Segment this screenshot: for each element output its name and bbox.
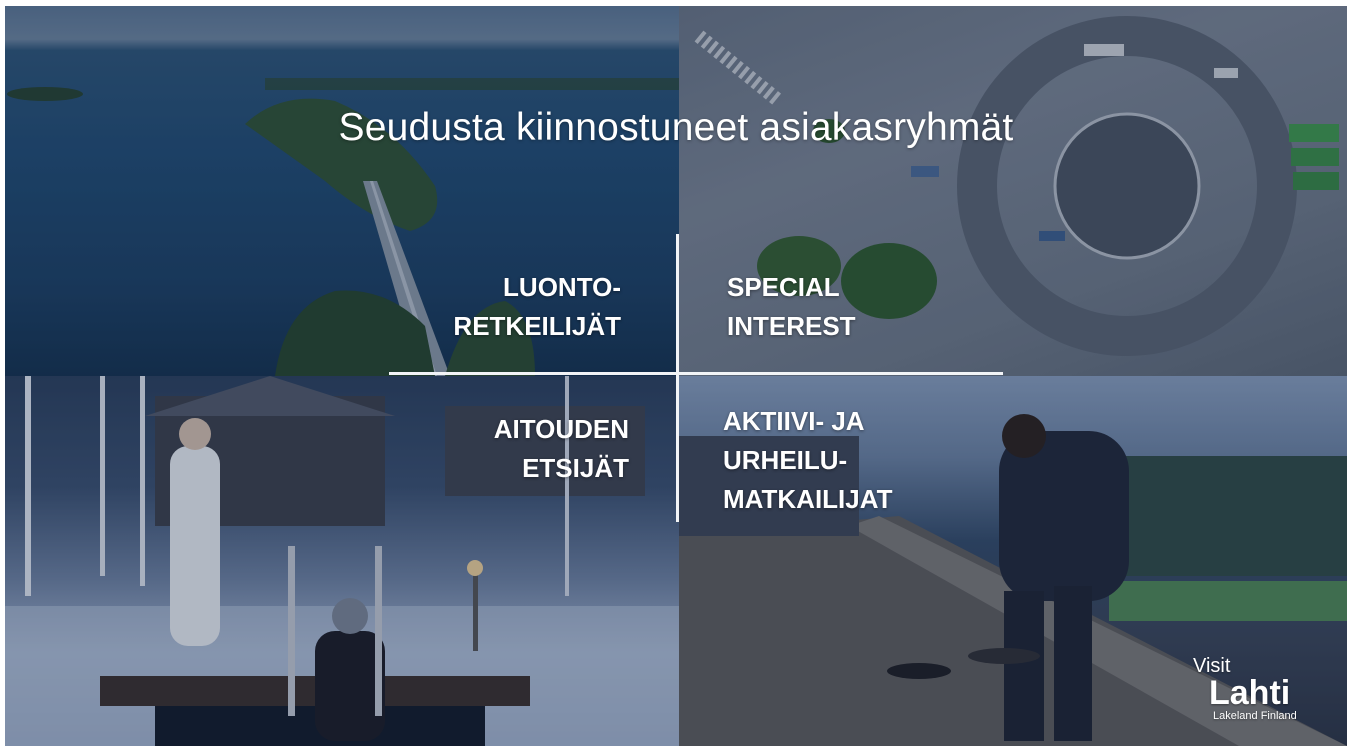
label-line: SPECIAL	[727, 272, 840, 302]
label-line: LUONTO-	[503, 272, 621, 302]
label-line: ETSIJÄT	[522, 453, 629, 483]
logo-name: Lahti	[1209, 674, 1291, 712]
label-aitouden-etsijat: AITOUDEN ETSIJÄT	[494, 410, 629, 488]
label-line: URHEILU-	[723, 445, 848, 475]
slide-title: Seudusta kiinnostuneet asiakasryhmät	[338, 106, 1014, 149]
label-luontoretkeilijat: LUONTO- RETKEILIJÄT	[453, 268, 621, 346]
quadrant-divider-horizontal	[389, 372, 1003, 375]
visit-lahti-logo: Visit Lahti Lakeland Finland	[1193, 656, 1297, 722]
quadrant-divider-vertical	[676, 234, 679, 522]
label-aktiivi-urheilumatkailijat: AKTIIVI- JA URHEILU- MATKAILIJAT	[723, 402, 892, 519]
label-line: AITOUDEN	[493, 414, 629, 444]
logo-tagline: Lakeland Finland	[1213, 710, 1297, 722]
label-line: RETKEILIJÄT	[453, 311, 621, 341]
label-line: AKTIIVI- JA	[723, 406, 865, 436]
label-line: INTEREST	[727, 311, 856, 341]
logo-visit: Visit	[1193, 655, 1231, 677]
slide: Seudusta kiinnostuneet asiakasryhmät LUO…	[5, 6, 1347, 746]
label-line: MATKAILIJAT	[723, 484, 893, 514]
label-special-interest: SPECIAL INTEREST	[727, 268, 856, 346]
